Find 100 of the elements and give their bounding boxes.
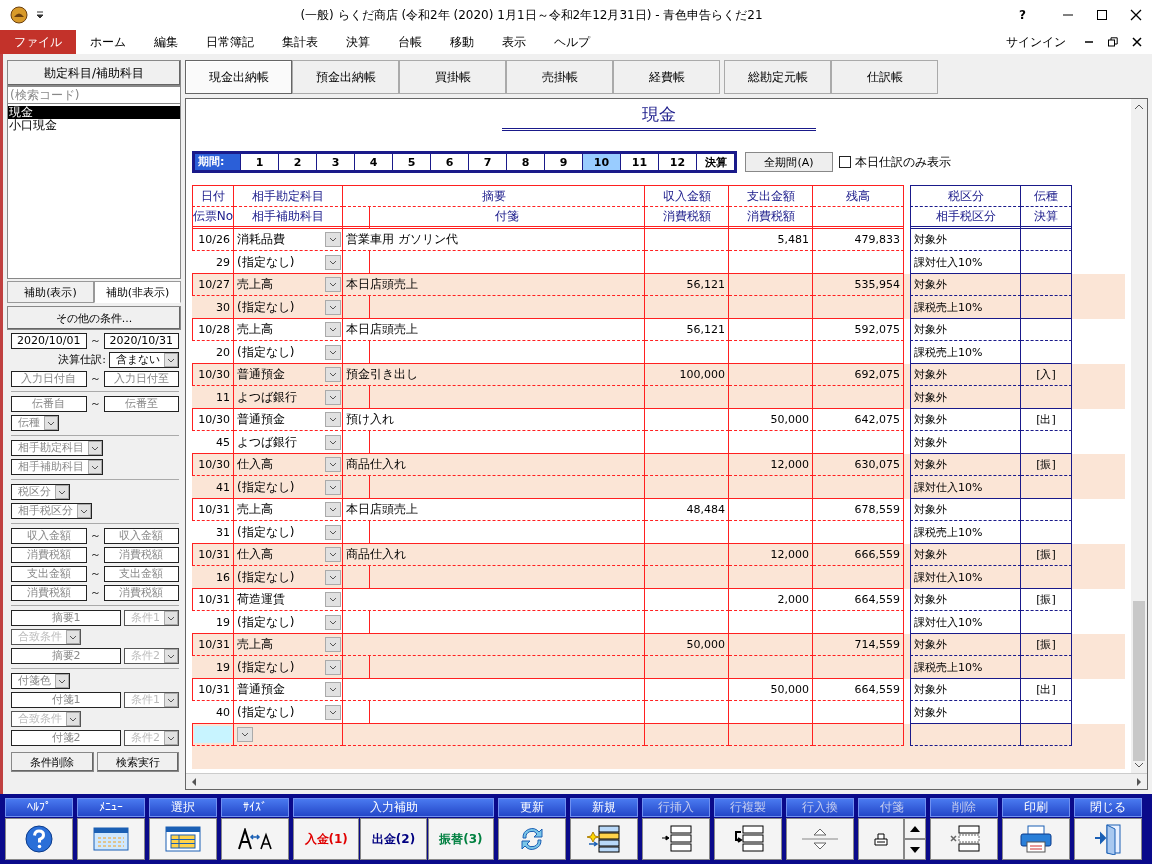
period-button[interactable]: 9 — [545, 154, 582, 170]
tab[interactable]: 買掛帳 — [399, 60, 506, 94]
period-button[interactable]: 決算 — [697, 154, 734, 170]
input-field[interactable]: 入力日付自 — [11, 370, 87, 387]
input-field[interactable]: 支出金額 — [11, 565, 87, 582]
menu-item[interactable]: 表示 — [488, 30, 540, 54]
dropdown-field[interactable]: 普通預金 — [234, 364, 343, 386]
dropdown-field[interactable]: 荷造運賃 — [234, 589, 343, 611]
dropdown-field[interactable]: 売上高 — [234, 319, 343, 341]
action-button[interactable]: 条件削除 — [11, 752, 94, 772]
dropdown-field[interactable]: 売上高 — [234, 274, 343, 296]
dropdown-field[interactable]: (指定なし) — [234, 476, 343, 499]
dropdown-field[interactable]: (指定なし) — [234, 296, 343, 319]
dropdown-icon[interactable] — [88, 459, 102, 474]
scroll-left-icon[interactable] — [190, 776, 198, 787]
dropdown-field[interactable]: 普通預金 — [234, 409, 343, 431]
dropdown-icon[interactable] — [36, 11, 44, 19]
dropdown-icon[interactable] — [325, 524, 341, 540]
scroll-right-icon[interactable] — [1135, 776, 1143, 787]
dropdown-field[interactable]: 消耗品費 — [234, 229, 343, 251]
dropdown-icon[interactable] — [325, 614, 341, 630]
dropdown-field[interactable]: 相手補助科目 — [11, 458, 103, 475]
all-periods-button[interactable]: 全期間(A) — [745, 152, 833, 172]
period-button[interactable]: 6 — [431, 154, 468, 170]
period-button[interactable]: 8 — [507, 154, 544, 170]
menu-item[interactable]: 台帳 — [384, 30, 436, 54]
close-button[interactable] — [1074, 818, 1142, 860]
scroll-up-icon[interactable] — [1134, 103, 1144, 111]
horizontal-scrollbar[interactable] — [186, 773, 1147, 789]
tab[interactable]: 預金出納帳 — [292, 60, 399, 94]
dropdown-field[interactable]: 普通預金 — [234, 679, 343, 701]
maximize-icon[interactable] — [1096, 9, 1108, 21]
tab[interactable]: 売掛帳 — [506, 60, 613, 94]
menu-item[interactable]: 日常簿記 — [192, 30, 268, 54]
checkbox[interactable] — [839, 156, 851, 168]
tab[interactable]: 仕訳帳 — [831, 60, 938, 94]
period-button[interactable]: 11 — [621, 154, 658, 170]
input-field[interactable]: 摘要2 — [11, 647, 121, 664]
dropdown-icon[interactable] — [325, 232, 341, 247]
input-field[interactable]: 入力日付至 — [103, 370, 179, 387]
vertical-scrollbar[interactable] — [1131, 99, 1147, 773]
tab[interactable]: 経費帳 — [613, 60, 720, 94]
size-button[interactable] — [221, 818, 289, 860]
dropdown-field[interactable]: 売上高 — [234, 634, 343, 656]
dropdown-field[interactable]: 付箋色 — [11, 672, 70, 689]
menu-item[interactable]: ヘルプ — [540, 30, 604, 54]
sign-in-link[interactable]: サインイン — [1006, 33, 1066, 51]
dropdown-icon[interactable] — [325, 592, 341, 607]
menu-item[interactable]: 移動 — [436, 30, 488, 54]
dropdown-field[interactable]: 仕入高 — [234, 454, 343, 476]
close-icon[interactable] — [1130, 9, 1142, 21]
delete-button[interactable] — [930, 818, 998, 860]
more-conditions-button[interactable]: その他の条件... — [7, 306, 181, 330]
up-button[interactable] — [904, 818, 926, 839]
menu-item[interactable]: 決算 — [332, 30, 384, 54]
tab[interactable]: 総勘定元帳 — [724, 60, 831, 94]
dropdown-icon[interactable] — [77, 503, 91, 518]
dropdown-icon[interactable] — [237, 727, 253, 742]
dropdown-icon[interactable] — [44, 415, 58, 430]
dropdown-icon[interactable] — [325, 412, 341, 427]
period-button[interactable]: 2 — [279, 154, 316, 170]
dropdown-field[interactable]: 相手税区分 — [11, 502, 92, 519]
menu-item[interactable]: 編集 — [140, 30, 192, 54]
print-button[interactable] — [1002, 818, 1070, 860]
input-field[interactable]: 付箋2 — [11, 729, 121, 746]
dropdown-field[interactable]: 相手勘定科目 — [11, 439, 103, 456]
help-button[interactable] — [5, 818, 73, 860]
dropdown-icon[interactable] — [325, 502, 341, 517]
entry-type-button[interactable]: 出金(2) — [360, 818, 427, 860]
dropdown-icon[interactable] — [325, 547, 341, 562]
input-field[interactable]: 付箋1 — [11, 691, 121, 708]
period-button[interactable]: 3 — [317, 154, 354, 170]
period-button[interactable]: 10 — [583, 154, 620, 170]
dropdown-field[interactable] — [234, 724, 343, 746]
scroll-thumb[interactable] — [1133, 601, 1145, 761]
insert-row-button[interactable] — [642, 818, 710, 860]
input-field[interactable]: 消費税額 — [11, 546, 87, 563]
dropdown-field[interactable]: 仕入高 — [234, 544, 343, 566]
input-field[interactable]: 2020/10/01 — [11, 332, 87, 349]
swap-row-button[interactable] — [786, 818, 854, 860]
period-button[interactable]: 5 — [393, 154, 430, 170]
action-button[interactable]: 検索実行 — [96, 752, 179, 772]
input-field[interactable]: 伝番自 — [11, 395, 87, 412]
note-button[interactable] — [858, 818, 904, 860]
search-field[interactable]: (検索コード) — [7, 86, 181, 103]
select-button[interactable] — [149, 818, 217, 860]
input-field[interactable]: 消費税額 — [103, 546, 179, 563]
period-button[interactable]: 12 — [659, 154, 696, 170]
new-button[interactable] — [570, 818, 638, 860]
period-button[interactable]: 7 — [469, 154, 506, 170]
dropdown-icon[interactable] — [325, 277, 341, 292]
dropdown-icon[interactable] — [325, 434, 341, 450]
input-field[interactable]: 収入金額 — [11, 527, 87, 544]
period-button[interactable]: 1 — [241, 154, 278, 170]
list-item[interactable]: 現金 — [8, 106, 180, 119]
entry-type-button[interactable]: 振替(3) — [427, 818, 494, 860]
tab[interactable]: 現金出納帳 — [185, 60, 292, 94]
list-item[interactable]: 小口現金 — [8, 119, 180, 132]
dropdown-icon[interactable] — [325, 704, 341, 720]
dropdown-icon[interactable] — [55, 484, 69, 499]
